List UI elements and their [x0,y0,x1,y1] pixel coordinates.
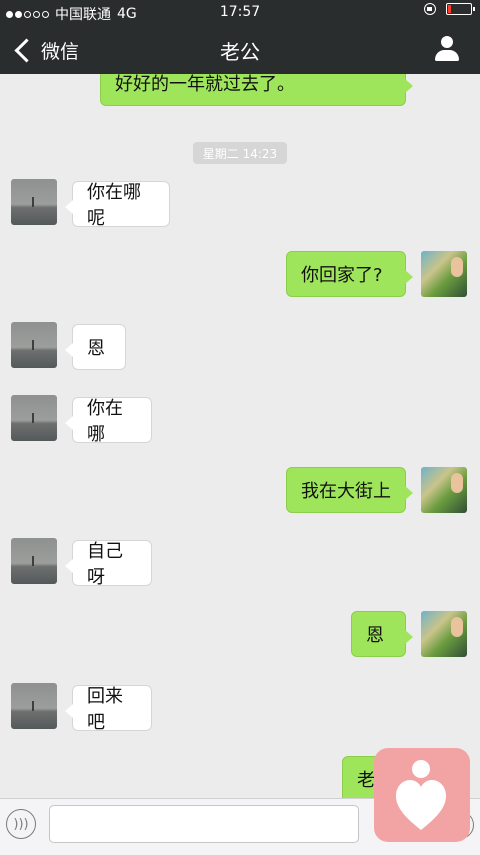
message-bubble-received[interactable]: 自己呀 [65,540,152,588]
battery-icon [446,3,475,15]
contact-avatar[interactable] [11,179,57,225]
chat-title: 老公 [220,40,260,64]
message-bubble-received[interactable]: 你在哪 [65,397,152,445]
contact-avatar[interactable] [11,683,57,729]
voice-button[interactable]: ))) [6,809,36,839]
message-bubble-received[interactable]: 回来吧 [65,685,152,733]
message-bubble-sent[interactable]: 你回家了? [286,251,413,297]
status-time: 17:57 [219,4,261,20]
contact-avatar[interactable] [11,538,57,584]
rotation-lock-icon [424,3,436,15]
message-text: 你回家了? [301,265,383,286]
message-bubble-received[interactable]: 你在哪呢 [65,181,170,229]
message-bubble-sent[interactable]: 恩 [351,611,413,657]
message-text: 恩 [87,338,105,359]
heart-overlay-button[interactable] [374,748,470,842]
chat-area[interactable]: 好好的一年就过去了。 星期二 14:23 你在哪呢 你回家了? 恩 你在哪 我在… [0,74,480,798]
contact-avatar[interactable] [11,395,57,441]
message-text: 恩 [366,625,384,646]
my-avatar[interactable] [421,467,467,513]
message-text: 你在哪呢 [87,182,141,229]
message-text: 好好的一年就过去了。 [115,74,295,95]
status-bar: 中国联通 4G 17:57 [0,0,480,24]
heart-icon [396,780,446,830]
contact-avatar[interactable] [11,322,57,368]
message-bubble-received[interactable]: 恩 [65,324,126,370]
timestamp: 星期二 14:23 [193,142,287,164]
voice-icon: ))) [13,816,29,832]
my-avatar[interactable] [421,251,467,297]
message-input[interactable] [49,805,359,843]
nav-bar: 微信 老公 [0,24,480,74]
message-bubble-sent[interactable]: 好好的一年就过去了。 [100,74,413,106]
message-text: 自己呀 [87,541,123,588]
message-bubble-sent[interactable]: 我在大街上 [286,467,413,513]
message-text: 我在大街上 [301,481,391,502]
message-text: 老 [357,770,375,791]
message-text: 你在哪 [87,398,123,445]
my-avatar[interactable] [421,611,467,657]
user-icon[interactable] [434,36,460,62]
message-text: 回来吧 [87,686,123,733]
